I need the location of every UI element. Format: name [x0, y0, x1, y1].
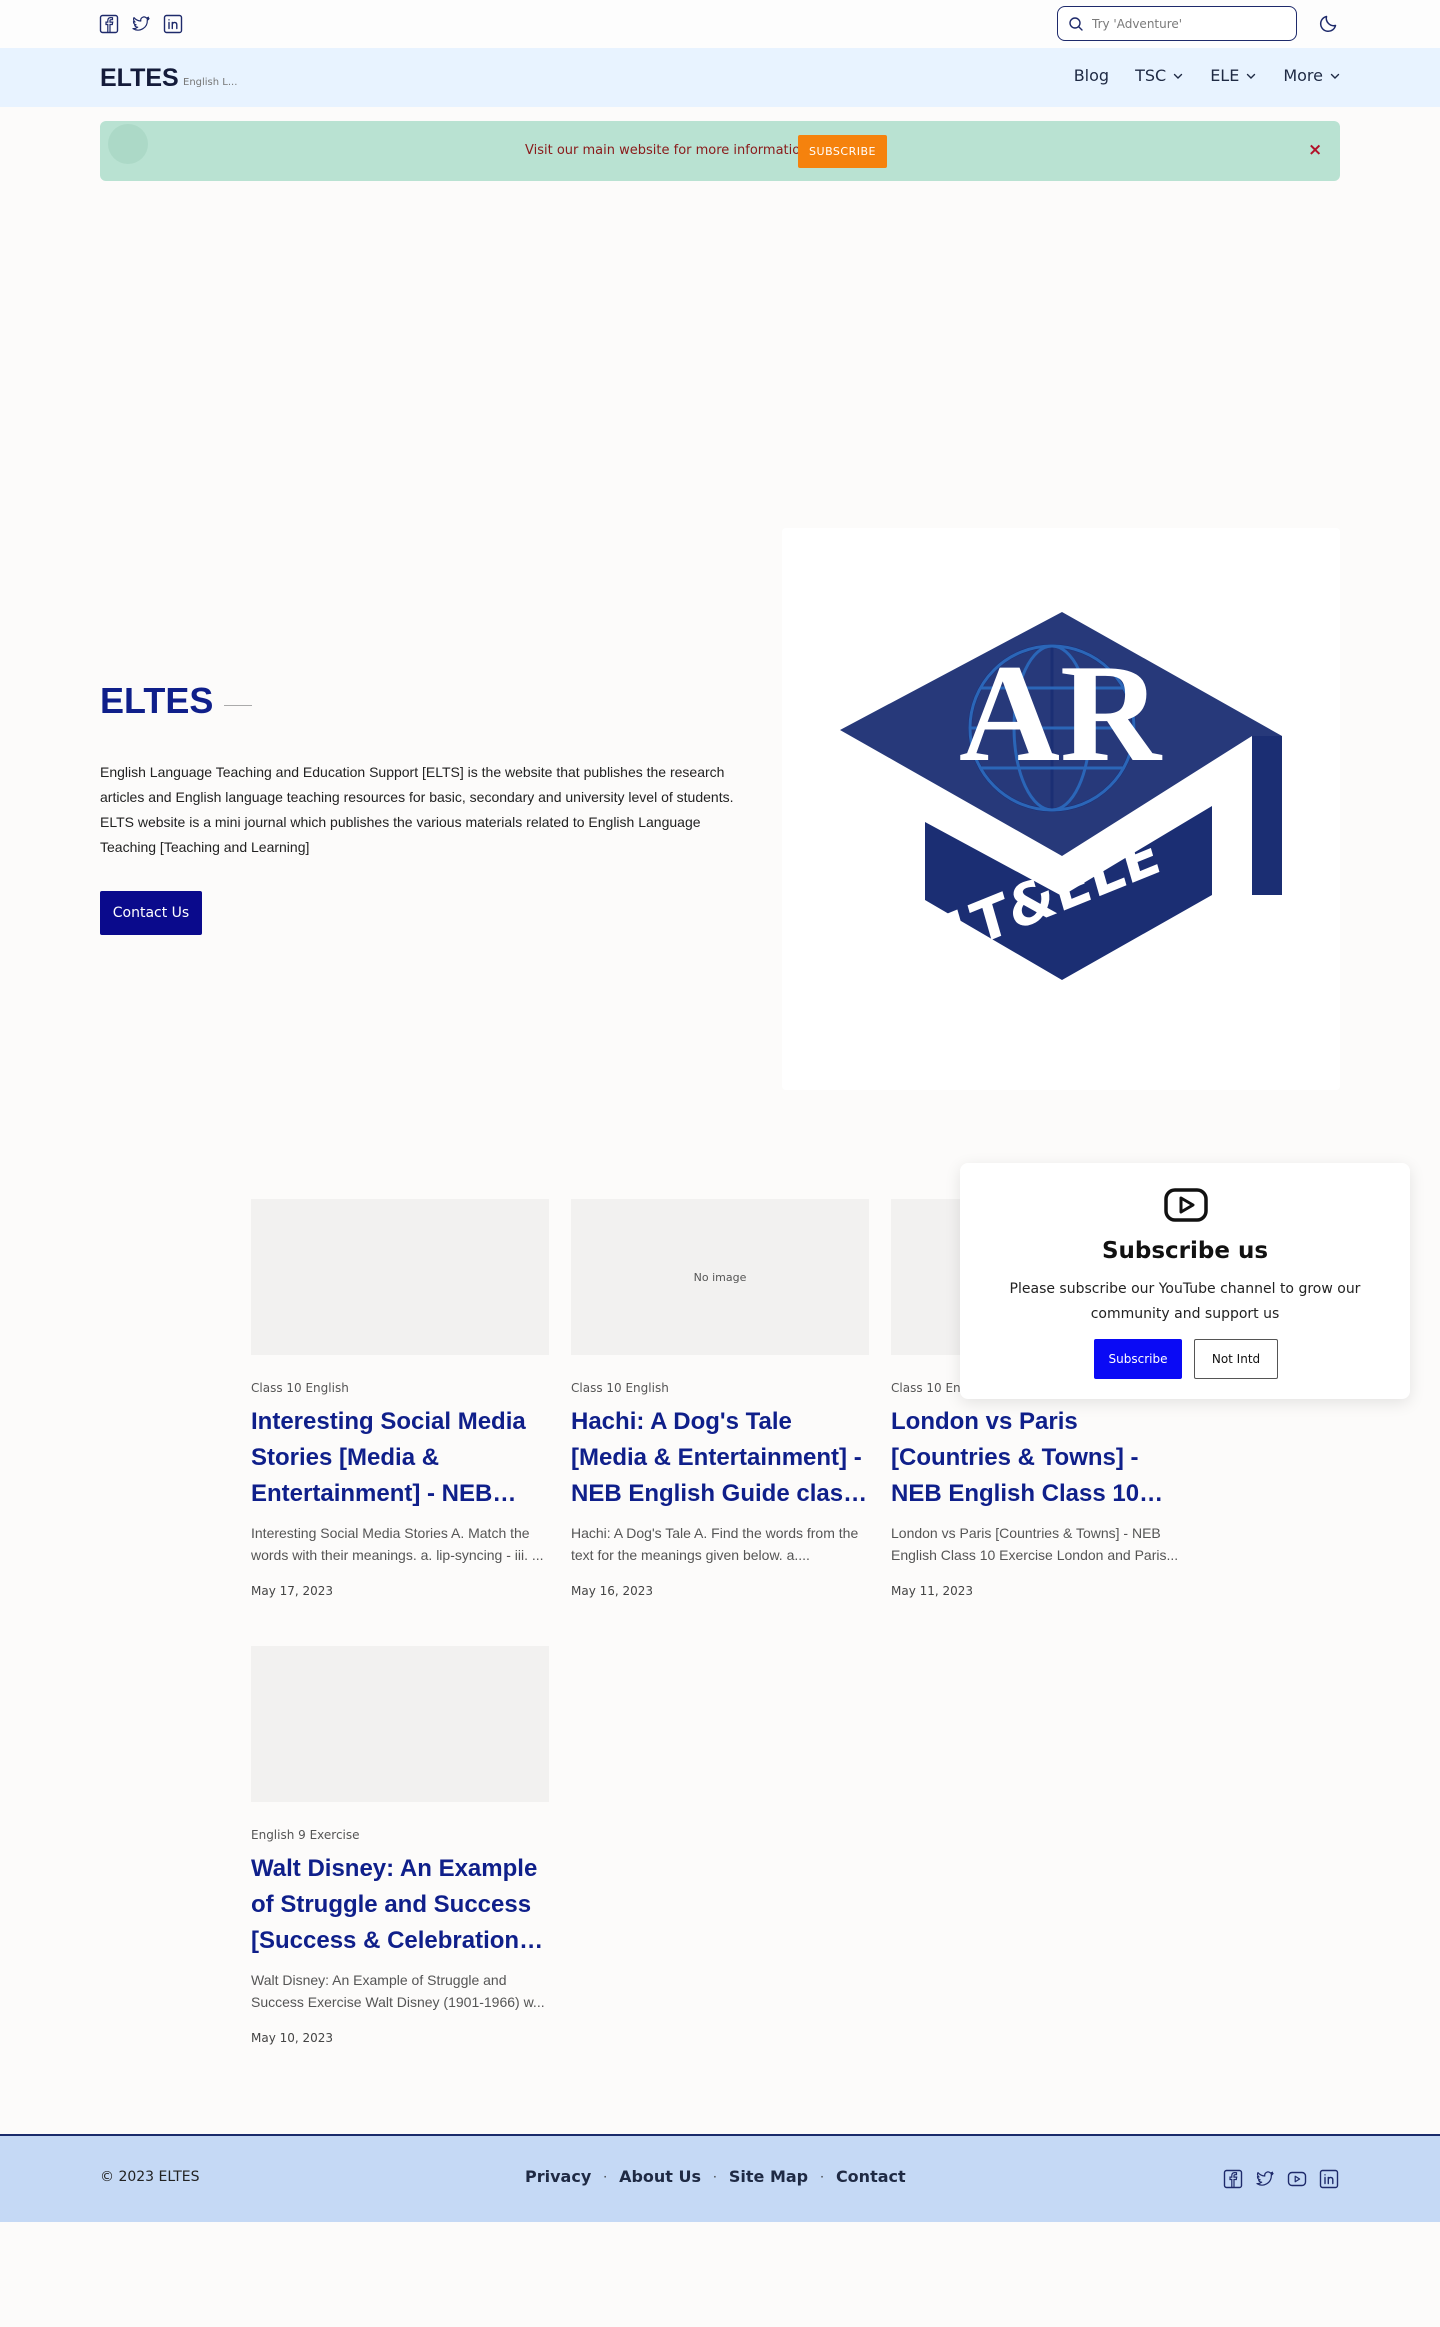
footer-link-privacy[interactable]: Privacy	[525, 2167, 591, 2186]
nav-item-label: TSC	[1135, 66, 1167, 85]
nav-item-label: Blog	[1073, 66, 1110, 85]
hero-description: English Language Teaching and Education …	[100, 764, 734, 855]
post-title[interactable]: Walt Disney: An Example of Struggle and …	[251, 1851, 549, 1959]
twitter-icon[interactable]	[131, 14, 151, 34]
site-footer: © 2023 ELTES Privacy · About Us · Site M…	[0, 2134, 1440, 2222]
linkedin-icon[interactable]	[1319, 2169, 1339, 2189]
post-category[interactable]: English 9 Exercise	[251, 1828, 549, 1842]
footer-link-about[interactable]: About Us	[619, 2167, 701, 2186]
popup-title: Subscribe us	[1101, 1238, 1269, 1264]
banner-text: Visit our main website for more informat…	[525, 143, 813, 158]
top-bar	[0, 0, 1440, 48]
post-title[interactable]: Hachi: A Dog's Tale [Media & Entertainme…	[571, 1404, 869, 1512]
youtube-icon	[1164, 1188, 1208, 1222]
post-thumbnail[interactable]: No image	[571, 1199, 869, 1355]
search-box[interactable]	[1057, 6, 1297, 41]
post-card[interactable]: Class 10 English Interesting Social Medi…	[251, 1199, 549, 1598]
popup-text: Please subscribe our YouTube channel to …	[1009, 1281, 1361, 1322]
post-card[interactable]: English 9 Exercise Walt Disney: An Examp…	[251, 1646, 549, 2045]
site-brand[interactable]: ELTES	[100, 64, 179, 93]
footer-link-sitemap[interactable]: Site Map	[729, 2167, 808, 2186]
post-date: May 11, 2023	[891, 1584, 974, 1598]
footer-link-contact[interactable]: Contact	[836, 2167, 906, 2186]
nav-item-blog[interactable]: Blog	[1074, 66, 1109, 85]
chevron-down-icon	[1247, 73, 1256, 79]
post-date: May 17, 2023	[251, 1584, 334, 1598]
search-icon	[1069, 16, 1083, 31]
linkedin-icon[interactable]	[163, 14, 183, 34]
post-excerpt: London vs Paris [Countries & Towns] - NE…	[891, 1525, 1179, 1563]
post-date: May 16, 2023	[571, 1584, 654, 1598]
nav-item-tsc[interactable]: TSC	[1135, 66, 1184, 85]
post-category[interactable]: Class 10 English	[251, 1381, 549, 1395]
logo-top-text: AR	[959, 636, 1163, 791]
copyright: © 2023 ELTES	[100, 2169, 200, 2185]
post-thumbnail[interactable]	[251, 1199, 549, 1355]
post-excerpt: Walt Disney: An Example of Struggle and …	[251, 1972, 545, 2010]
post-excerpt: Hachi: A Dog's Tale A. Find the words fr…	[571, 1525, 859, 1563]
banner-decoration	[108, 124, 148, 164]
nav-item-ele[interactable]: ELE	[1210, 66, 1257, 85]
post-thumbnail[interactable]	[251, 1646, 549, 1802]
footer-links: Privacy · About Us · Site Map · Contact	[525, 2167, 906, 2186]
post-date: May 10, 2023	[251, 2031, 334, 2045]
site-tagline: English L...	[183, 77, 238, 88]
footer-separator: ·	[713, 2169, 717, 2184]
top-social-links	[99, 14, 183, 34]
contact-us-button[interactable]: Contact Us	[100, 891, 202, 935]
close-icon[interactable]: ×	[1308, 140, 1322, 160]
info-banner: Visit our main website for more informat…	[100, 121, 1340, 181]
banner-subscribe-button[interactable]: SUBSCRIBE	[798, 135, 887, 168]
footer-separator: ·	[820, 2169, 824, 2184]
facebook-icon[interactable]	[1223, 2169, 1243, 2189]
youtube-icon[interactable]	[1287, 2169, 1307, 2189]
subscribe-popup: Subscribe us Please subscribe our YouTub…	[960, 1163, 1410, 1399]
hero-title: ELTES	[100, 680, 214, 721]
post-card[interactable]: No image Class 10 English Hachi: A Dog's…	[571, 1199, 869, 1598]
facebook-icon[interactable]	[99, 14, 119, 34]
site-logo: AR ELT&ELE	[840, 612, 1282, 980]
main-navbar: ELTES English L... Blog TSC ELE More	[0, 48, 1440, 107]
moon-icon[interactable]	[1318, 12, 1340, 34]
popup-subscribe-button[interactable]: Subscribe	[1094, 1339, 1182, 1379]
post-excerpt: Interesting Social Media Stories A. Matc…	[251, 1525, 544, 1563]
chevron-down-icon	[1173, 73, 1183, 79]
hero-divider	[224, 705, 252, 706]
nav-menu: Blog TSC ELE More	[1074, 66, 1341, 85]
nav-item-more[interactable]: More	[1283, 66, 1341, 85]
nav-item-label: More	[1283, 66, 1323, 85]
twitter-icon[interactable]	[1255, 2169, 1275, 2189]
nav-item-label: ELE	[1210, 66, 1240, 85]
footer-social-links	[1223, 2169, 1339, 2189]
search-input[interactable]	[1092, 16, 1282, 31]
post-title[interactable]: Interesting Social Media Stories [Media …	[251, 1404, 549, 1512]
post-title[interactable]: London vs Paris [Countries & Towns] - NE…	[891, 1404, 1189, 1512]
popup-decline-button[interactable]: Not Intd	[1194, 1339, 1278, 1379]
thumb-text: No image	[693, 1270, 747, 1284]
post-category[interactable]: Class 10 English	[571, 1381, 869, 1395]
chevron-down-icon	[1330, 73, 1340, 79]
footer-separator: ·	[603, 2169, 608, 2184]
